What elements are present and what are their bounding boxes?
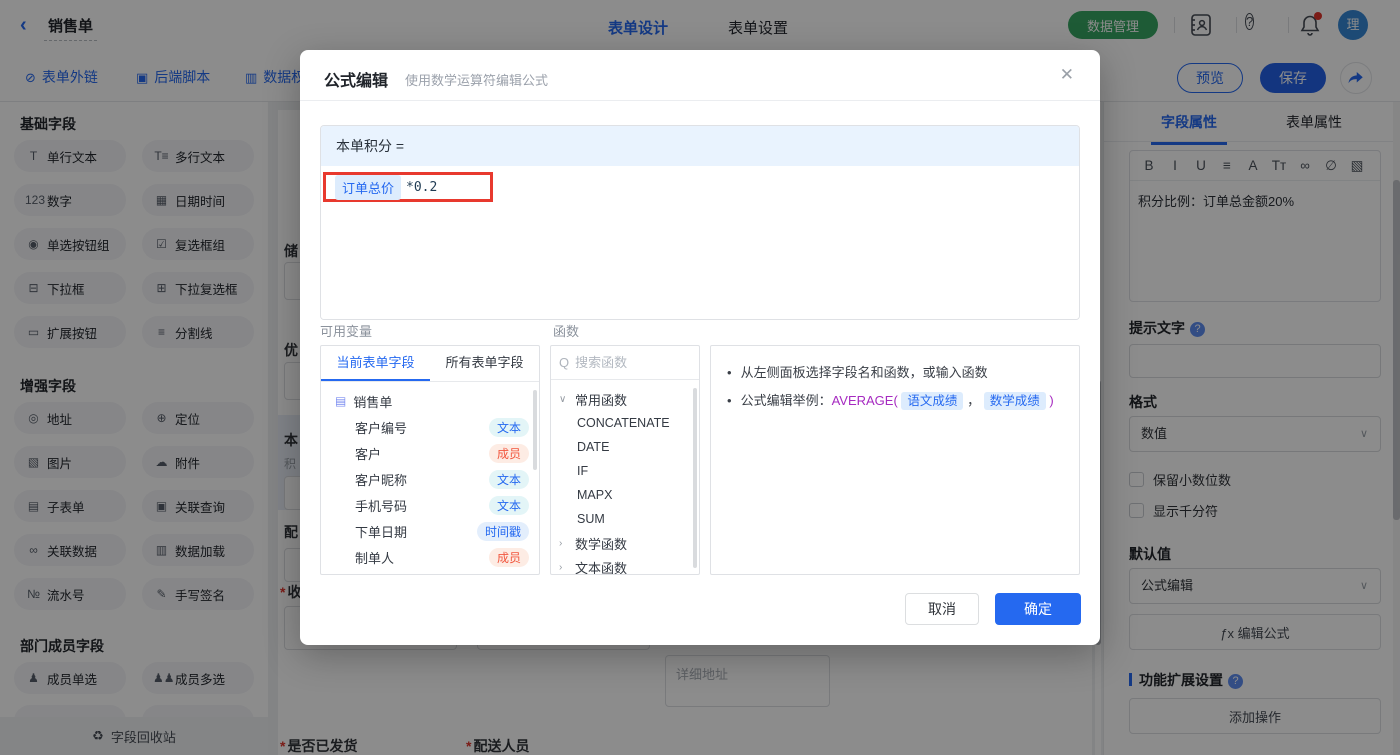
tab-current-form-fields[interactable]: 当前表单字段 [321, 346, 430, 381]
formula-expression[interactable]: *0.2 [406, 180, 437, 195]
functions-tree: ∨ 常用函数 CONCATENATE DATE IF MAPX SUM › 数学函数 ›… [551, 380, 699, 575]
divider [300, 100, 1100, 101]
field-token-chip[interactable]: 订单总价 [335, 174, 402, 200]
variable-item[interactable]: 手机号码 文本 [321, 492, 539, 518]
chevron-collapsed-icon: › [559, 537, 563, 549]
formula-input-area[interactable]: 订单总价 *0.2 [321, 166, 1079, 319]
app-window: ‹ 销售单 表单设计 表单设置 数据管理 ? 理 ⊘ 表单外链 ▣ 后端脚本 ▥ 数据… [0, 0, 1400, 755]
help-panel: • 从左侧面板选择字段名和函数，或输入函数 • 公式编辑举例：AVERAGE( 语文… [710, 345, 1080, 575]
help-line-2: • 公式编辑举例：AVERAGE( 语文成绩 ， 数学成绩 ) [727, 392, 1054, 410]
function-item[interactable]: DATE [551, 435, 699, 459]
formula-edit-modal: 公式编辑 使用数学运算符编辑公式 ✕ 本单积分 = 订单总价 *0.2 可用变量… [300, 50, 1100, 645]
variable-item[interactable]: 客户昵称 文本 [321, 466, 539, 492]
formula-target: 本单积分 = [321, 126, 1079, 166]
chevron-expanded-icon: ∨ [559, 393, 567, 405]
function-items: CONCATENATE DATE IF MAPX SUM [551, 411, 699, 531]
type-badge: 成员 [488, 443, 529, 463]
function-search-input[interactable] [575, 355, 676, 370]
function-item[interactable]: SUM [551, 507, 699, 531]
function-group-math[interactable]: › 数学函数 [551, 531, 699, 555]
function-item[interactable]: IF [551, 459, 699, 483]
chevron-collapsed-icon: › [559, 561, 563, 573]
function-item[interactable]: MAPX [551, 483, 699, 507]
function-item[interactable]: CONCATENATE [551, 411, 699, 435]
search-icon: Q [559, 355, 570, 370]
functions-scrollbar-thumb[interactable] [693, 388, 697, 568]
type-badge: 时间戳 [476, 521, 529, 541]
functions-panel: Q ∨ 常用函数 CONCATENATEDATEIFMAPXSUM › 数学函数… [550, 345, 700, 575]
type-badge: 成员 [488, 547, 529, 567]
variable-item[interactable]: 下单日期 时间戳 [321, 518, 539, 544]
variables-panel: 当前表单字段 所有表单字段 ▤ 销售单 客户编号 文本 客户 成员 客户昵称 文… [320, 345, 540, 575]
type-badge: 文本 [488, 469, 529, 489]
function-group-text[interactable]: › 文本函数 [551, 555, 699, 575]
tab-all-form-fields[interactable]: 所有表单字段 [430, 346, 539, 381]
type-badge: 文本 [488, 417, 529, 437]
variables-list: ▤ 销售单 客户编号 文本 客户 成员 客户昵称 文本 手机号码 文本 下单日期… [321, 382, 539, 570]
modal-subtitle: 使用数学运算符编辑公式 [405, 73, 549, 88]
formula-annotation-box: 订单总价 *0.2 [323, 172, 493, 202]
variable-item[interactable]: 客户编号 文本 [321, 414, 539, 440]
variables-tabs: 当前表单字段 所有表单字段 [321, 346, 539, 382]
function-search: Q [551, 346, 699, 380]
function-name-example: AVERAGE( [831, 393, 898, 408]
variable-item[interactable]: 客户 成员 [321, 440, 539, 466]
cancel-button[interactable]: 取消 [905, 593, 979, 625]
help-line-1: • 从左侧面板选择字段名和函数，或输入函数 [727, 365, 988, 380]
example-field-chip: 语文成绩 [901, 392, 964, 410]
variables-scrollbar-thumb[interactable] [533, 390, 537, 470]
modal-title: 公式编辑 [324, 73, 389, 90]
type-badge: 文本 [488, 495, 529, 515]
form-root-item[interactable]: ▤ 销售单 [321, 388, 539, 414]
variables-label: 可用变量 [320, 324, 373, 339]
document-icon: ▤ [335, 394, 347, 408]
confirm-button[interactable]: 确定 [995, 593, 1081, 625]
example-field-chip: 数学成绩 [983, 392, 1046, 410]
functions-label: 函数 [553, 324, 580, 339]
variable-rows: 客户编号 文本 客户 成员 客户昵称 文本 手机号码 文本 下单日期 时间戳 制… [321, 414, 539, 570]
function-group-common[interactable]: ∨ 常用函数 [551, 387, 699, 411]
close-icon[interactable]: ✕ [1060, 65, 1074, 85]
formula-editor: 本单积分 = 订单总价 *0.2 [320, 125, 1080, 320]
variable-item[interactable]: 制单人 成员 [321, 544, 539, 570]
